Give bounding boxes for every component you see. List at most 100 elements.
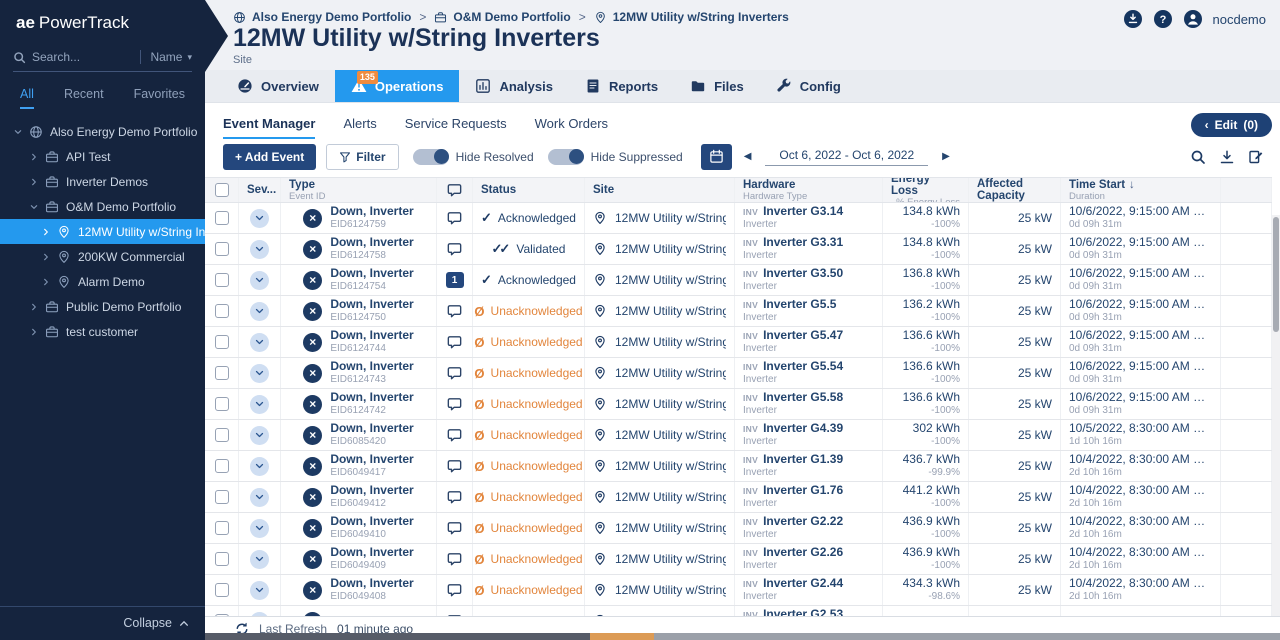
expand-row-button[interactable] [250,333,269,352]
filter-button[interactable]: Filter [326,144,398,170]
sidebar-tab-all[interactable]: All [20,87,34,109]
expand-row-button[interactable] [250,581,269,600]
col-time-start[interactable]: Time Start↓Duration [1061,178,1221,202]
expand-row-button[interactable] [250,271,269,290]
hide-resolved-toggle[interactable] [413,149,449,165]
status-cell[interactable]: ✓Acknowledged [473,203,585,233]
vertical-scrollbar[interactable] [1272,215,1280,616]
event-type[interactable]: Down, Inverter [330,390,413,405]
tab-overview[interactable]: Overview [221,70,335,102]
horizontal-scrollbar[interactable] [205,633,1280,640]
hardware-cell[interactable]: INVInverter G2.53Inverter [735,606,883,616]
tab-analysis[interactable]: Analysis [459,70,568,102]
expand-row-button[interactable] [250,550,269,569]
hide-suppressed-toggle[interactable] [548,149,584,165]
chevron-down-icon[interactable] [30,203,38,211]
hardware-cell[interactable]: INVInverter G1.39Inverter [735,451,883,481]
expand-row-button[interactable] [250,240,269,259]
site-cell[interactable]: 12MW Utility w/String Inver... [585,327,735,357]
search-input[interactable] [32,50,134,64]
status-cell[interactable]: ØUnacknowledged [473,451,585,481]
comment-icon[interactable] [446,427,463,444]
event-type[interactable]: Down, Inverter [330,421,413,436]
col-hardware[interactable]: HardwareHardware Type [735,178,883,202]
site-cell[interactable]: 12MW Utility w/String Inver... [585,358,735,388]
tree-item[interactable]: Also Energy Demo Portfolio [0,119,205,144]
subtab-service-requests[interactable]: Service Requests [405,116,507,139]
row-checkbox[interactable] [215,366,229,380]
site-cell[interactable]: 12MW Utility w/String Inver... [585,203,735,233]
expand-row-button[interactable] [250,519,269,538]
chevron-right-icon[interactable] [42,228,50,236]
comment-icon[interactable] [446,334,463,351]
table-row[interactable]: ×Down, InverterEID6124744ØUnacknowledged… [205,327,1272,358]
tree-item[interactable]: Inverter Demos [0,169,205,194]
chevron-down-icon[interactable] [14,128,22,136]
row-checkbox[interactable] [215,273,229,287]
status-cell[interactable]: ØUnacknowledged [473,482,585,512]
comment-icon[interactable] [446,396,463,413]
chevron-right-icon[interactable] [30,178,38,186]
hardware-cell[interactable]: INVInverter G2.22Inverter [735,513,883,543]
comment-icon[interactable] [446,551,463,568]
event-type[interactable]: Down, Inverter [330,359,413,374]
row-checkbox[interactable] [215,304,229,318]
help-icon[interactable]: ? [1153,9,1173,29]
tab-reports[interactable]: Reports [569,70,674,102]
tab-operations[interactable]: 135Operations [335,70,460,102]
sidebar-collapse-button[interactable]: Collapse [0,606,205,630]
expand-row-button[interactable] [250,395,269,414]
next-date-arrow[interactable]: ▶ [940,151,952,162]
table-row[interactable]: ×Down, InverterEID6049412ØUnacknowledged… [205,482,1272,513]
row-checkbox[interactable] [215,490,229,504]
table-row[interactable]: ×Down, InverterEID6124750ØUnacknowledged… [205,296,1272,327]
event-type[interactable]: Down, Inverter [330,328,413,343]
search-mode-dropdown[interactable]: Name ▾ [140,50,192,64]
status-cell[interactable]: ØUnacknowledged [473,420,585,450]
chevron-right-icon[interactable] [30,328,38,336]
hardware-cell[interactable]: INVInverter G2.44Inverter [735,575,883,605]
site-cell[interactable]: 12MW Utility w/String Inver... [585,606,735,616]
hardware-cell[interactable]: INVInverter G4.39Inverter [735,420,883,450]
table-row[interactable]: ×Down, InverterEID61247541✓Acknowledged1… [205,265,1272,296]
status-cell[interactable]: ØUnacknowledged [473,575,585,605]
expand-row-button[interactable] [250,302,269,321]
row-checkbox[interactable] [215,583,229,597]
comment-icon[interactable] [446,489,463,506]
col-affected-capacity[interactable]: Affected Capacity [969,178,1061,202]
tree-item[interactable]: Alarm Demo [0,269,205,294]
comment-icon[interactable] [446,582,463,599]
expand-row-button[interactable] [250,488,269,507]
col-severity[interactable]: Sev... [239,178,281,202]
tree-item[interactable]: test customer [0,319,205,344]
search-table-icon[interactable] [1190,149,1206,165]
site-cell[interactable]: 12MW Utility w/String Inver... [585,389,735,419]
table-row[interactable]: ×Down, InverterEID6085420ØUnacknowledged… [205,420,1272,451]
row-checkbox[interactable] [215,335,229,349]
expand-row-button[interactable] [250,426,269,445]
row-checkbox[interactable] [215,428,229,442]
site-cell[interactable]: 12MW Utility w/String Inver... [585,544,735,574]
tab-files[interactable]: Files [674,70,760,102]
site-cell[interactable]: 12MW Utility w/String Inver... [585,451,735,481]
status-cell[interactable]: ØUnacknowledged [473,544,585,574]
hardware-cell[interactable]: INVInverter G5.54Inverter [735,358,883,388]
scrollbar-thumb[interactable] [1273,217,1279,332]
tree-item[interactable]: Public Demo Portfolio [0,294,205,319]
expand-row-button[interactable] [250,457,269,476]
col-comments[interactable] [437,178,473,202]
status-cell[interactable]: ØUnacknowledged [473,296,585,326]
row-checkbox[interactable] [215,211,229,225]
status-cell[interactable]: ✓Acknowledged [473,265,585,295]
event-type[interactable]: Down, Inverter [330,514,413,529]
status-cell[interactable]: ØUnacknowledged [473,606,585,616]
status-cell[interactable]: ØUnacknowledged [473,358,585,388]
subtab-event-manager[interactable]: Event Manager [223,116,315,139]
event-type[interactable]: Down, Inverter [330,297,413,312]
status-cell[interactable]: ØUnacknowledged [473,389,585,419]
download-circle-icon[interactable] [1123,9,1143,29]
download-icon[interactable] [1219,149,1235,165]
status-cell[interactable]: ✓✓Validated [473,234,585,264]
event-type[interactable]: Down, Inverter [330,266,413,281]
breadcrumb-item[interactable]: Also Energy Demo Portfolio [233,10,411,24]
